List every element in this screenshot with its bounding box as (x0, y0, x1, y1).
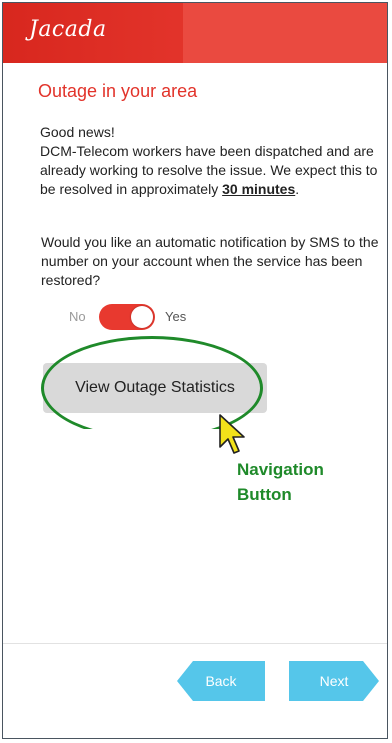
next-button[interactable]: Next (289, 661, 379, 701)
outage-message: Good news! DCM-Telecom workers have been… (40, 123, 380, 199)
eta-value: 30 minutes (222, 181, 296, 197)
message-body: DCM-Telecom workers have been dispatched… (40, 142, 380, 199)
next-label: Next (319, 673, 349, 689)
navigation-button-annotation: Navigation Button (237, 457, 324, 507)
header-bar: Jacada (3, 3, 387, 63)
app-frame: Jacada Outage in your area Good news! DC… (2, 2, 388, 739)
annotation-line1: Navigation (237, 460, 324, 479)
annotation-line2: Button (237, 485, 292, 504)
message-greeting: Good news! (40, 124, 115, 140)
toggle-knob (131, 306, 153, 328)
back-button[interactable]: Back (177, 661, 265, 701)
footer-divider (3, 643, 387, 644)
message-text: DCM-Telecom workers have been dispatched… (40, 143, 378, 197)
sms-toggle-switch[interactable] (99, 304, 155, 330)
jacada-logo: Jacada (29, 17, 107, 42)
pointer-cursor-icon (217, 413, 247, 457)
view-outage-statistics-button[interactable]: View Outage Statistics (43, 363, 267, 413)
back-label: Back (205, 673, 237, 689)
sms-question: Would you like an automatic notification… (41, 234, 379, 288)
header-accent (183, 3, 387, 63)
toggle-no-label: No (69, 309, 86, 324)
sms-toggle-row: No Yes (69, 304, 209, 330)
message-end: . (295, 181, 300, 197)
toggle-yes-label: Yes (165, 309, 187, 324)
page-title: Outage in your area (38, 81, 198, 101)
